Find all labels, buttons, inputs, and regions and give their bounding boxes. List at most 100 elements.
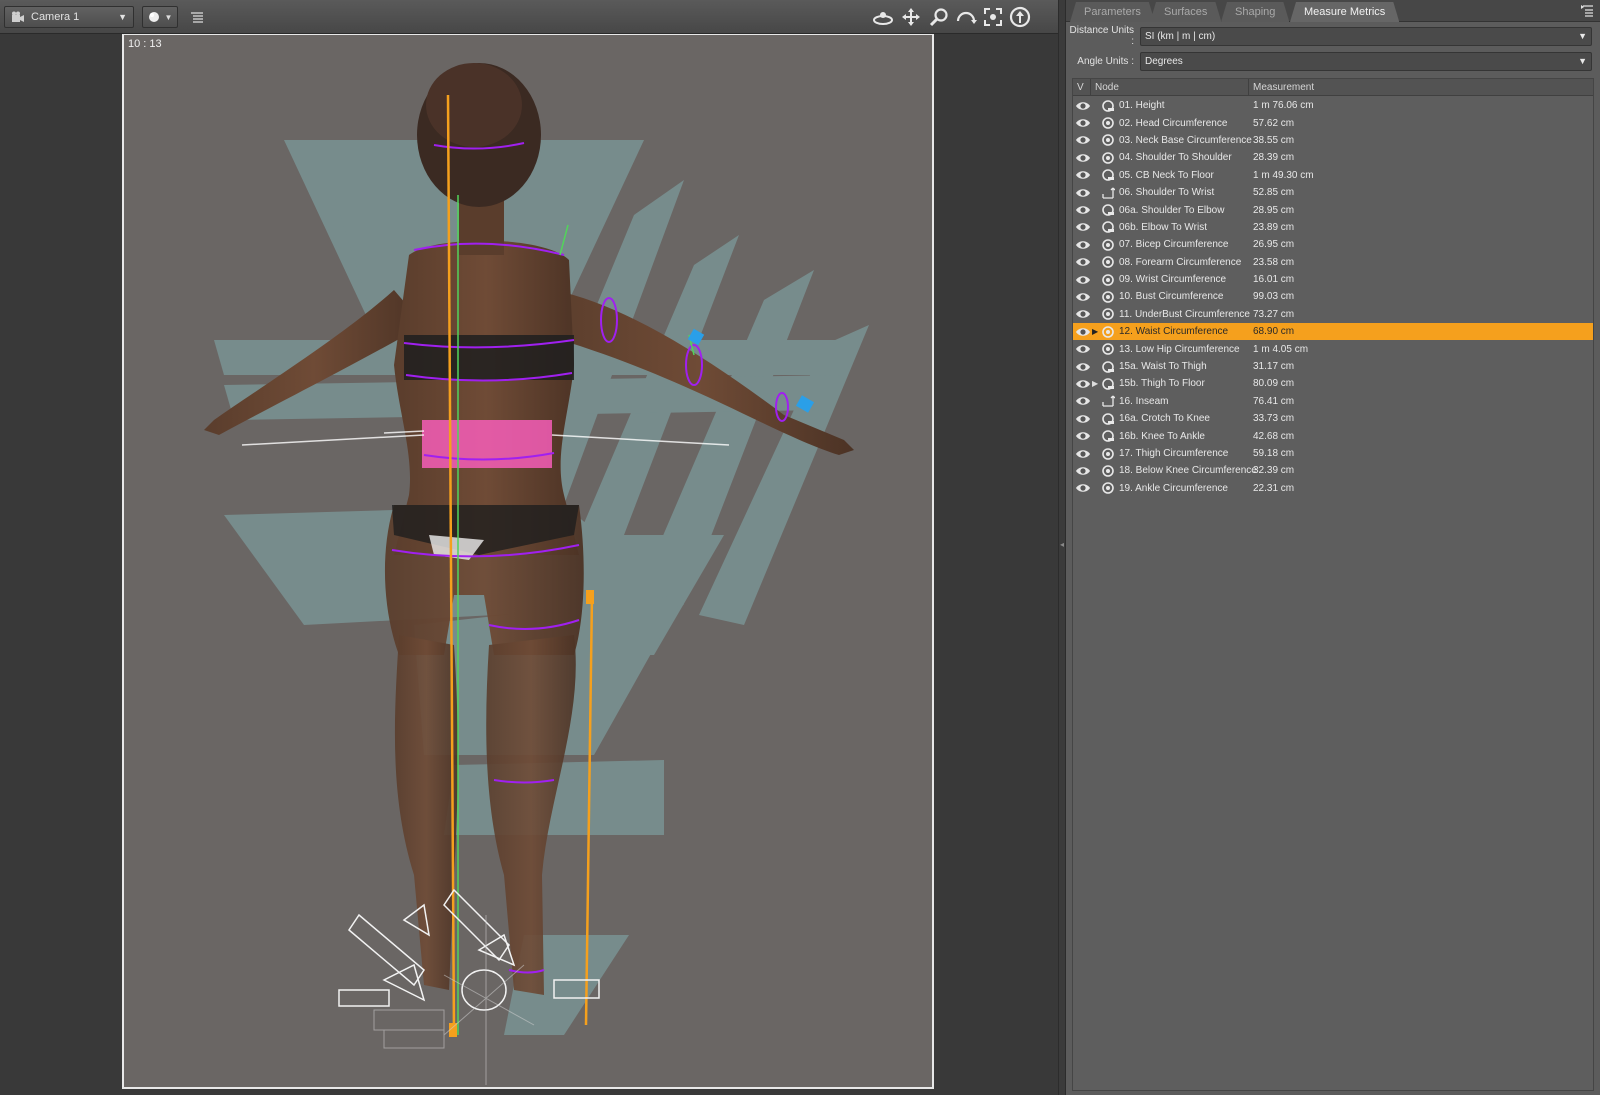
loop-icon (1101, 464, 1115, 478)
table-row[interactable]: 13. Low Hip Circumference 1 m 4.05 cm (1073, 340, 1593, 357)
ruler-icon (1101, 186, 1116, 200)
home-view-button[interactable] (1007, 5, 1033, 29)
table-row[interactable]: 06. Shoulder To Wrist 52.85 cm (1073, 184, 1593, 201)
eye-icon[interactable] (1075, 343, 1091, 355)
eye-icon[interactable] (1075, 448, 1091, 460)
row-node-name: 09. Wrist Circumference (1119, 274, 1227, 286)
tab-shaping[interactable]: Shaping (1221, 2, 1289, 22)
pane-splitter[interactable]: ◂ (1058, 0, 1066, 1095)
table-row[interactable]: 16. Inseam 76.41 cm (1073, 393, 1593, 410)
frame-corners-icon (984, 8, 1002, 26)
row-node-name: 04. Shoulder To Shoulder (1119, 152, 1232, 164)
measure-metrics-pane: Parameters Surfaces Shaping Measure Metr… (1066, 0, 1600, 1095)
orbit-button[interactable] (870, 5, 896, 29)
eye-icon[interactable] (1075, 152, 1091, 164)
column-visibility[interactable]: V (1073, 79, 1091, 96)
expand-arrow-icon[interactable]: ▶ (1092, 379, 1100, 388)
table-row[interactable]: 01. Height 1 m 76.06 cm (1073, 97, 1593, 114)
eye-icon[interactable] (1075, 239, 1091, 251)
eye-icon[interactable] (1075, 117, 1091, 129)
row-measurement: 28.95 cm (1253, 204, 1295, 216)
table-row[interactable]: 19. Ankle Circumference 22.31 cm (1073, 480, 1593, 497)
eye-icon[interactable] (1075, 430, 1091, 442)
chevron-down-icon: ▼ (1578, 56, 1587, 66)
table-row[interactable]: 11. UnderBust Circumference 73.27 cm (1073, 306, 1593, 323)
draw-style-button[interactable]: ▼ (142, 6, 178, 28)
eye-icon[interactable] (1075, 274, 1091, 286)
row-measurement: 52.85 cm (1253, 187, 1295, 199)
row-node-name: 06a. Shoulder To Elbow (1119, 204, 1225, 216)
tape-icon (1101, 203, 1115, 217)
eye-icon[interactable] (1075, 291, 1091, 303)
table-row[interactable]: 18. Below Knee Circumference 32.39 cm (1073, 462, 1593, 479)
viewport-menu-button[interactable] (186, 6, 208, 28)
pane-tab-bar: Parameters Surfaces Shaping Measure Metr… (1066, 0, 1600, 22)
table-row[interactable]: 06b. Elbow To Wrist 23.89 cm (1073, 219, 1593, 236)
row-node-name: 15b. Thigh To Floor (1119, 378, 1205, 390)
roll-button[interactable] (953, 5, 979, 29)
column-measurement[interactable]: Measurement (1249, 79, 1593, 96)
row-measurement: 32.39 cm (1253, 465, 1295, 477)
table-row[interactable]: 16a. Crotch To Knee 33.73 cm (1073, 410, 1593, 427)
eye-icon[interactable] (1075, 378, 1091, 390)
eye-icon[interactable] (1075, 482, 1091, 494)
loop-icon (1101, 133, 1115, 147)
metrics-tree[interactable]: V Node Measurement 01. Height 1 m 76.06 c… (1072, 78, 1594, 1091)
row-node-name: 03. Neck Base Circumference (1119, 134, 1252, 146)
pan-button[interactable] (898, 5, 924, 29)
viewport-canvas[interactable]: 10 : 13 (0, 34, 1058, 1095)
table-row[interactable]: 17. Thigh Circumference 59.18 cm (1073, 445, 1593, 462)
table-row[interactable]: 16b. Knee To Ankle 42.68 cm (1073, 427, 1593, 444)
frame-button[interactable] (980, 5, 1006, 29)
zoom-button[interactable] (926, 5, 952, 29)
table-row[interactable]: 05. CB Neck To Floor 1 m 49.30 cm (1073, 167, 1593, 184)
row-node-name: 16. Inseam (1119, 395, 1169, 407)
row-node-name: 01. Height (1119, 100, 1165, 112)
render-frame[interactable]: 10 : 13 (122, 34, 934, 1089)
table-row[interactable]: 08. Forearm Circumference 23.58 cm (1073, 254, 1593, 271)
table-row[interactable]: 07. Bicep Circumference 26.95 cm (1073, 236, 1593, 253)
table-row[interactable]: 10. Bust Circumference 99.03 cm (1073, 288, 1593, 305)
tree-header: V Node Measurement (1073, 79, 1593, 96)
distance-units-select[interactable]: SI (km | m | cm) ▼ (1140, 26, 1592, 46)
viewport-toolbar: Camera 1 ▼ ▼ (0, 0, 1058, 34)
eye-icon[interactable] (1075, 187, 1091, 199)
tab-parameters[interactable]: Parameters (1070, 2, 1155, 22)
eye-icon[interactable] (1075, 169, 1091, 181)
distance-units-label: Distance Units : (1069, 25, 1134, 47)
table-row[interactable]: 06a. Shoulder To Elbow 28.95 cm (1073, 201, 1593, 218)
table-row[interactable]: 02. Head Circumference 57.62 cm (1073, 114, 1593, 131)
eye-icon[interactable] (1075, 465, 1091, 477)
angle-units-select[interactable]: Degrees ▼ (1140, 51, 1592, 71)
table-row[interactable]: 03. Neck Base Circumference 38.55 cm (1073, 132, 1593, 149)
row-measurement: 68.90 cm (1253, 326, 1295, 338)
loop-icon (1101, 273, 1115, 287)
table-row[interactable]: ▶ 12. Waist Circumference 68.90 cm (1073, 323, 1593, 341)
camera-select[interactable]: Camera 1 ▼ (4, 6, 134, 28)
camera-icon (12, 11, 24, 22)
eye-icon[interactable] (1075, 326, 1091, 338)
eye-icon[interactable] (1075, 395, 1091, 407)
eye-icon[interactable] (1075, 361, 1091, 373)
pane-options-icon[interactable] (1580, 3, 1596, 19)
table-row[interactable]: 04. Shoulder To Shoulder 28.39 cm (1073, 149, 1593, 166)
menu-lines-icon (191, 12, 203, 23)
row-node-name: 05. CB Neck To Floor (1119, 169, 1214, 181)
tab-measure-metrics[interactable]: Measure Metrics (1290, 2, 1399, 22)
table-row[interactable]: 09. Wrist Circumference 16.01 cm (1073, 271, 1593, 288)
eye-icon[interactable] (1075, 308, 1091, 320)
row-node-name: 16b. Knee To Ankle (1119, 430, 1205, 442)
tab-surfaces[interactable]: Surfaces (1150, 2, 1221, 22)
eye-icon[interactable] (1075, 134, 1091, 146)
eye-icon[interactable] (1075, 413, 1091, 425)
table-row[interactable]: 15a. Waist To Thigh 31.17 cm (1073, 358, 1593, 375)
eye-icon[interactable] (1075, 221, 1091, 233)
eye-icon[interactable] (1075, 256, 1091, 268)
eye-icon[interactable] (1075, 100, 1091, 112)
column-node[interactable]: Node (1091, 79, 1249, 96)
table-row[interactable]: ▶ 15b. Thigh To Floor 80.09 cm (1073, 375, 1593, 392)
tape-icon (1101, 360, 1115, 374)
loop-icon (1101, 290, 1115, 304)
expand-arrow-icon[interactable]: ▶ (1092, 327, 1100, 336)
eye-icon[interactable] (1075, 204, 1091, 216)
